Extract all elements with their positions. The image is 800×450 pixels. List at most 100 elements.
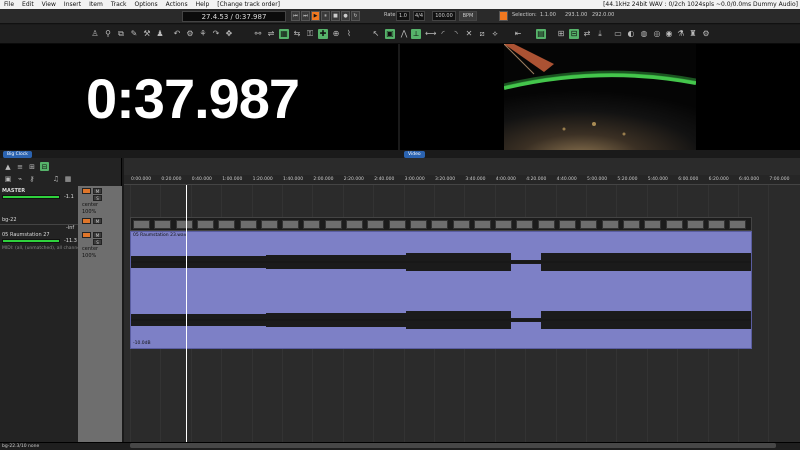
go-end-icon[interactable]: ⏭ bbox=[301, 11, 310, 21]
video-track-lane[interactable] bbox=[130, 217, 752, 231]
person-icon[interactable]: ♟ bbox=[155, 29, 165, 39]
stop-icon[interactable]: ■ bbox=[331, 11, 340, 21]
rewind-item-icon[interactable]: ⇤ bbox=[513, 29, 523, 39]
tab-video[interactable]: Video bbox=[404, 151, 425, 158]
horizontal-scrollbar[interactable] bbox=[130, 443, 776, 448]
track2-name[interactable]: 05 Raumstation 27 bbox=[2, 232, 50, 238]
selection-end[interactable]: 293.1.00 bbox=[565, 12, 587, 18]
snap-icon[interactable]: ⚯ bbox=[253, 29, 263, 39]
grid-view-icon[interactable]: ▦ bbox=[64, 174, 72, 183]
crossfade-icon[interactable]: ✕ bbox=[464, 29, 474, 39]
record-icon[interactable]: ● bbox=[341, 11, 350, 21]
pause-icon[interactable]: ⏸ bbox=[321, 11, 330, 21]
stretch-icon[interactable]: ⟷ bbox=[425, 29, 436, 39]
tab-big-clock[interactable]: Big Clock bbox=[3, 151, 32, 158]
headphones-icon[interactable]: ♫ bbox=[52, 174, 60, 183]
bpm-button[interactable]: BPM bbox=[459, 11, 477, 21]
menu-view[interactable]: View bbox=[38, 1, 60, 8]
menu-insert[interactable]: Insert bbox=[60, 1, 85, 8]
play-icon[interactable]: ▶ bbox=[311, 11, 320, 21]
fade-out-icon[interactable]: ◝ bbox=[451, 29, 461, 39]
track2-input[interactable]: MIDI: (all, (unmatched), all channels) bbox=[2, 246, 85, 251]
track1-name[interactable]: bg-22 bbox=[2, 217, 17, 223]
render-icon[interactable]: ⚗ bbox=[676, 29, 686, 39]
bpm-field[interactable]: 100.00 bbox=[432, 11, 456, 21]
master-pan[interactable]: center bbox=[82, 202, 98, 208]
route-icon[interactable]: ⇄ bbox=[582, 29, 592, 39]
master-mute-button[interactable]: M bbox=[93, 188, 102, 194]
menu-item[interactable]: Item bbox=[85, 1, 107, 8]
master-solo-button[interactable]: S bbox=[93, 195, 102, 201]
new-folder-icon[interactable]: ⧉ bbox=[116, 29, 126, 39]
track-manager-icon[interactable]: ≡ bbox=[16, 162, 24, 171]
rate-field[interactable]: 1.0 bbox=[396, 11, 410, 21]
marker-icon[interactable]: ◍ bbox=[639, 29, 649, 39]
master-volume[interactable]: 100% bbox=[82, 209, 96, 215]
redo-icon[interactable]: ↷ bbox=[211, 29, 221, 39]
menu-file[interactable]: File bbox=[0, 1, 18, 8]
menu-options[interactable]: Options bbox=[131, 1, 162, 8]
track2-solo-button[interactable]: S bbox=[93, 239, 102, 245]
trim-tool-icon[interactable]: ⟂ bbox=[411, 29, 421, 39]
zoom-icon[interactable]: ⊕ bbox=[331, 29, 341, 39]
loop-icon[interactable]: ⇌ bbox=[266, 29, 276, 39]
tool-icon[interactable]: ⚒ bbox=[142, 29, 152, 39]
video-icon[interactable]: ▭ bbox=[613, 29, 623, 39]
merge-icon[interactable]: ⚲ bbox=[103, 29, 113, 39]
playhead[interactable] bbox=[186, 185, 187, 442]
menu-help[interactable]: Help bbox=[192, 1, 214, 8]
menu-track[interactable]: Track bbox=[107, 1, 131, 8]
audio-item[interactable]: 05 Raumstation 23.wav -10.0dB bbox=[130, 231, 752, 349]
preferences-icon[interactable]: ♜ bbox=[688, 29, 698, 39]
menu-edit[interactable]: Edit bbox=[18, 1, 38, 8]
grid-toggle-icon[interactable]: ▤ bbox=[536, 29, 546, 39]
undo-icon[interactable]: ↶ bbox=[172, 29, 182, 39]
fx-chain-icon[interactable]: ⊟ bbox=[569, 29, 579, 39]
sync-icon[interactable]: ◉ bbox=[664, 29, 674, 39]
track1-mute-button[interactable]: M bbox=[93, 218, 102, 224]
mixer-icon[interactable]: ⊞ bbox=[556, 29, 566, 39]
split-icon[interactable]: ⌇ bbox=[344, 29, 354, 39]
routing-icon[interactable]: ⊞ bbox=[28, 162, 36, 171]
timeline-ruler[interactable]: 0:00.000 0:20.000 0:40.000 1:00.000 1:20.000… bbox=[124, 175, 800, 185]
arrange-view[interactable]: 0:00.000 0:20.000 0:40.000 1:00.000 1:20.000… bbox=[124, 158, 800, 442]
ripple-icon[interactable]: ⇆ bbox=[292, 29, 302, 39]
track2-mute-button[interactable]: M bbox=[93, 232, 102, 238]
menu-actions[interactable]: Actions bbox=[162, 1, 192, 8]
metronome-icon[interactable]: ♙ bbox=[90, 29, 100, 39]
master-fx-button[interactable] bbox=[82, 188, 91, 194]
envelope-show-icon[interactable]: ⌁ bbox=[16, 174, 24, 183]
effects-icon[interactable]: ⚙ bbox=[185, 29, 195, 39]
region-icon[interactable]: ◎ bbox=[652, 29, 662, 39]
track2-fx-button[interactable] bbox=[82, 232, 91, 238]
fade-in-icon[interactable]: ◜ bbox=[438, 29, 448, 39]
menu-change-track-order[interactable]: [Change track order] bbox=[213, 1, 284, 8]
timesig-field[interactable]: 4/4 bbox=[413, 11, 425, 21]
envelope-icon[interactable]: ✚ bbox=[318, 29, 328, 39]
selection-length[interactable]: 292.0.00 bbox=[592, 12, 614, 18]
selection-toggle-icon[interactable] bbox=[499, 11, 508, 21]
arrow-tool-icon[interactable]: ↖ bbox=[371, 29, 381, 39]
pencil-icon[interactable]: ✎ bbox=[129, 29, 139, 39]
time-display[interactable]: 27.4.53 / 0:37.987 bbox=[182, 11, 286, 22]
automation-icon[interactable]: ⋀ bbox=[399, 29, 409, 39]
razor-icon[interactable]: ⧄ bbox=[477, 29, 487, 39]
cursor-icon[interactable]: ✥ bbox=[224, 29, 234, 39]
mixer-toggle-icon[interactable]: ⊟ bbox=[40, 162, 49, 171]
lock-icon[interactable]: ⚿ bbox=[305, 29, 315, 39]
track1-fx-button[interactable] bbox=[82, 218, 91, 224]
select-tool-icon[interactable]: ▣ bbox=[385, 29, 395, 39]
color-icon[interactable]: ◐ bbox=[626, 29, 636, 39]
repeat-icon[interactable]: ↻ bbox=[351, 11, 360, 21]
gear-icon[interactable]: ⚙ bbox=[701, 29, 711, 39]
lock-tracks-icon[interactable]: ⚷ bbox=[28, 174, 36, 183]
add-track-icon[interactable]: ▲ bbox=[4, 162, 12, 171]
selection-start[interactable]: 1.1.00 bbox=[540, 12, 556, 18]
track2-pan[interactable]: center bbox=[82, 246, 98, 252]
track2-volume[interactable]: 100% bbox=[82, 253, 96, 259]
grid-icon[interactable]: ▦ bbox=[279, 29, 289, 39]
folder-icon[interactable]: ▣ bbox=[4, 174, 12, 183]
glue-icon[interactable]: ⚘ bbox=[198, 29, 208, 39]
go-start-icon[interactable]: ⏮ bbox=[291, 11, 300, 21]
slip-icon[interactable]: ⟡ bbox=[490, 29, 500, 39]
